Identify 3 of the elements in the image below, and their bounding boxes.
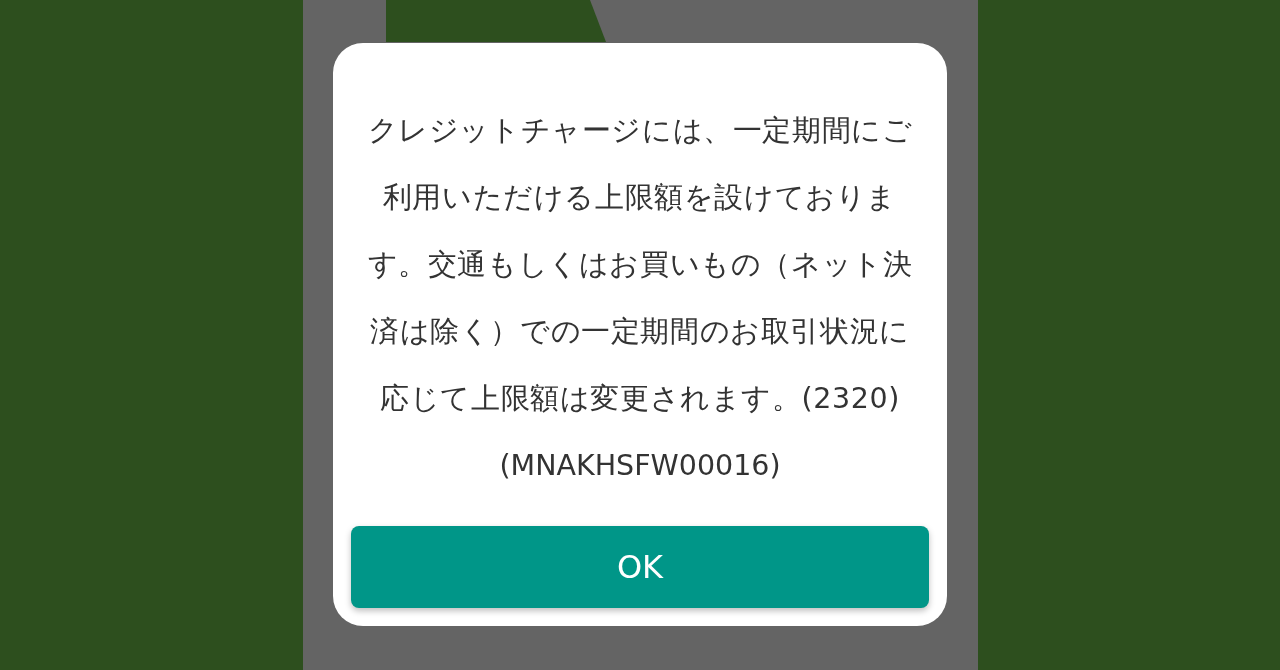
error-code: (MNAKHSFW00016) (499, 448, 781, 484)
dialog-message: クレジットチャージには、一定期間にご利用いただける上限額を設けております。交通もしくはお買いもの（ネット決済は除く）での一定期間のお取引状況に応じて上限額は変更されます。(2320) (366, 113, 914, 417)
ok-button[interactable]: OK (351, 526, 929, 608)
